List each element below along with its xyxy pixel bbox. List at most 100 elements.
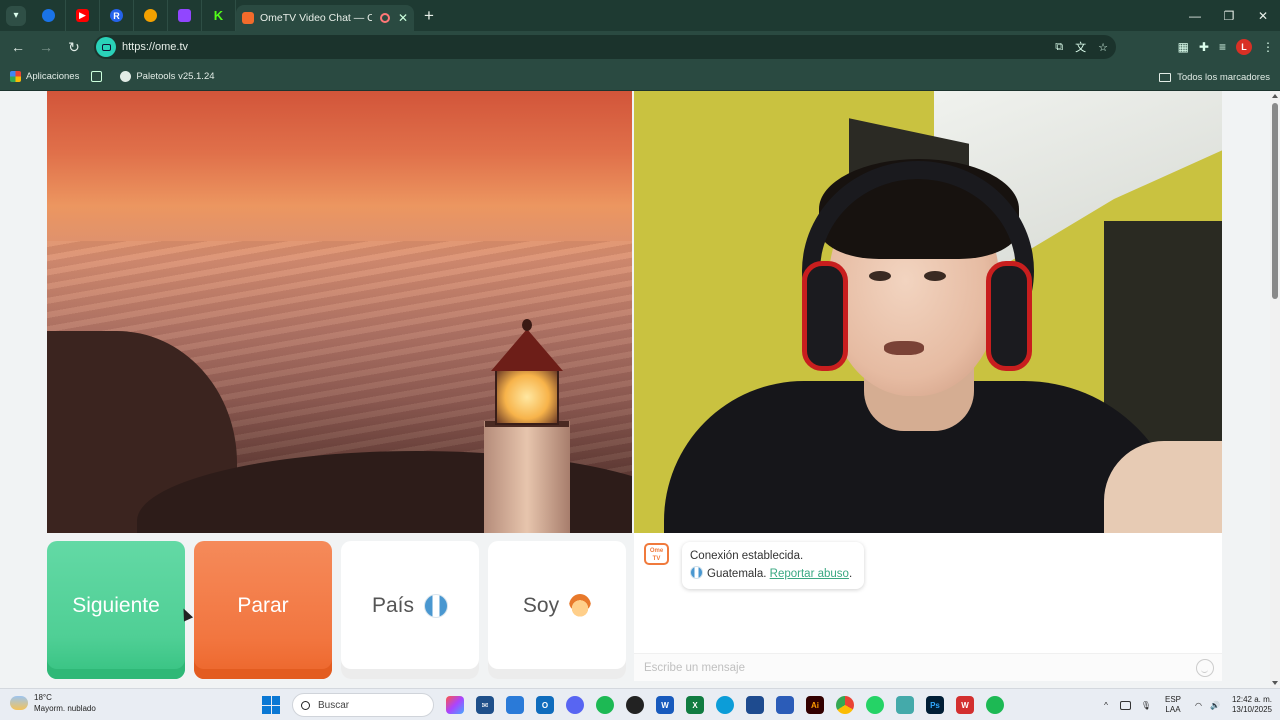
store-icon[interactable]: [506, 696, 524, 714]
edge-icon[interactable]: [716, 696, 734, 714]
wifi-icon[interactable]: ◠: [1195, 701, 1202, 710]
close-tab-icon[interactable]: ✕: [398, 11, 408, 25]
weather-desc: Mayorm. nublado: [34, 704, 96, 713]
install-app-icon[interactable]: ⧉: [1055, 41, 1063, 54]
toolbar-right: ▦ ✚ ≡ L ⋮: [1178, 31, 1274, 63]
bookmark-all[interactable]: Todos los marcadores: [1159, 63, 1270, 91]
back-icon[interactable]: ←: [4, 33, 32, 61]
reload-icon[interactable]: ↻: [60, 33, 88, 61]
kick-icon: K: [213, 8, 224, 23]
stop-button[interactable]: Parar: [194, 541, 332, 679]
new-tab-button[interactable]: +: [424, 6, 434, 26]
emoji-icon[interactable]: [1196, 659, 1214, 677]
search-icon: [301, 700, 310, 710]
pinned-tab-r[interactable]: R: [100, 0, 134, 31]
pinned-tab-1[interactable]: [32, 0, 66, 31]
onedrive-icon[interactable]: [1119, 700, 1131, 710]
start-windows-icon[interactable]: [262, 696, 280, 714]
guatemala-flag-small-icon: [690, 566, 703, 579]
taskbar-search-label: Buscar: [318, 699, 350, 711]
extension-icon[interactable]: ▦: [1178, 40, 1189, 54]
scroll-down-icon[interactable]: [1272, 681, 1278, 685]
twitch-icon: [178, 9, 191, 22]
scroll-thumb[interactable]: [1272, 103, 1278, 299]
mail-icon[interactable]: ✉: [476, 696, 494, 714]
pinned-tab-4[interactable]: [134, 0, 168, 31]
pinned-tab-icon: [42, 9, 55, 22]
youtube-icon: ▶: [76, 9, 89, 22]
folder-icon: [1159, 72, 1172, 82]
tab-ometv[interactable]: OmeTV Video Chat — Omegle ✕: [236, 5, 414, 31]
forward-icon[interactable]: →: [32, 33, 60, 61]
menu-kebab-icon[interactable]: ⋮: [1262, 40, 1274, 54]
recording-icon: [379, 13, 390, 23]
tab-search-icon[interactable]: ▾: [6, 5, 26, 26]
copilot-icon[interactable]: [446, 696, 464, 714]
whatsapp-icon[interactable]: [866, 696, 884, 714]
translate-icon[interactable]: 文: [1075, 39, 1086, 55]
tab-groups-icon[interactable]: [91, 71, 103, 82]
tab-title: OmeTV Video Chat — Omegle: [260, 12, 372, 24]
media-control-icon[interactable]: ≡: [1219, 40, 1226, 54]
report-suffix: .: [848, 568, 853, 580]
country-line: Guatemala. Reportar abuso.: [690, 565, 856, 583]
tray-chevron-icon[interactable]: ^: [1104, 701, 1108, 710]
weather-widget[interactable]: 18°C Mayorm. nublado: [10, 692, 96, 714]
country-button-label: País: [371, 594, 415, 617]
browser-tab-bar: ▾ ▶ R K OmeTV Video Chat — Omegle ✕ + — …: [0, 0, 1280, 31]
illustrator-icon[interactable]: Ai: [806, 696, 824, 714]
taskbar-search[interactable]: Buscar: [292, 693, 434, 717]
pinned-tab-kick[interactable]: K: [202, 0, 236, 31]
app-icon[interactable]: [776, 696, 794, 714]
pinned-tab-twitch[interactable]: [168, 0, 202, 31]
scroll-up-icon[interactable]: [1272, 94, 1278, 98]
lang-layout: LAA: [1165, 705, 1181, 714]
bookmark-paletools[interactable]: Paletools v25.1.24: [120, 71, 215, 82]
country-button[interactable]: País: [341, 541, 479, 679]
chat-input-bar: [634, 653, 1222, 682]
next-button[interactable]: Siguiente: [47, 541, 185, 679]
close-window-icon[interactable]: ✕: [1246, 0, 1280, 31]
capcut-icon[interactable]: [746, 696, 764, 714]
excel-icon[interactable]: X: [686, 696, 704, 714]
spotify-icon[interactable]: [596, 696, 614, 714]
discord-icon[interactable]: [566, 696, 584, 714]
url-text: https://ome.tv: [122, 41, 189, 53]
extensions-puzzle-icon[interactable]: ✚: [1199, 40, 1209, 54]
pinned-tab-youtube[interactable]: ▶: [66, 0, 100, 31]
message-input[interactable]: [634, 654, 1174, 682]
windows-taskbar: 18°C Mayorm. nublado Buscar ✉ O W X Ai P…: [0, 688, 1280, 720]
stop-button-label: Parar: [237, 594, 289, 617]
profile-avatar[interactable]: L: [1236, 39, 1252, 55]
guatemala-flag-icon: [424, 594, 449, 618]
volume-icon[interactable]: 🔊: [1210, 701, 1220, 710]
mic-icon[interactable]: 🎙: [1141, 701, 1151, 710]
photoshop-icon[interactable]: Ps: [926, 696, 944, 714]
word-icon[interactable]: W: [656, 696, 674, 714]
chrome-icon[interactable]: [836, 696, 854, 714]
report-abuse-link[interactable]: Reportar abuso: [770, 568, 849, 580]
partner-video: [47, 91, 632, 533]
bookmark-apps[interactable]: Aplicaciones: [10, 71, 79, 82]
bookmarks-bar: Aplicaciones Paletools v25.1.24 Todos lo…: [0, 63, 1280, 91]
partly-cloudy-icon: [10, 696, 28, 710]
obs-icon[interactable]: [626, 696, 644, 714]
bookmark-paletools-label: Paletools v25.1.24: [136, 71, 215, 82]
address-bar[interactable]: https://ome.tv ⧉ 文 ☆: [94, 35, 1116, 59]
snipping-tool-icon[interactable]: [896, 696, 914, 714]
spotify-icon-2[interactable]: [986, 696, 1004, 714]
restore-icon[interactable]: ❐: [1212, 0, 1246, 31]
site-info-icon[interactable]: [96, 37, 116, 57]
boy-emoji-icon: [569, 594, 592, 618]
outlook-icon[interactable]: O: [536, 696, 554, 714]
clock[interactable]: 12:42 a. m. 13/10/2025: [1232, 695, 1272, 715]
ometv-page: Siguiente Parar País Soy Ome TV Conexión…: [0, 91, 1270, 688]
language-indicator[interactable]: ESP LAA: [1165, 695, 1181, 715]
page-scrollbar[interactable]: [1270, 91, 1280, 688]
gender-button[interactable]: Soy: [488, 541, 626, 679]
minimize-icon[interactable]: —: [1178, 0, 1212, 31]
gender-button-label: Soy: [522, 594, 560, 617]
bookmark-apps-label: Aplicaciones: [26, 71, 80, 82]
bookmark-star-icon[interactable]: ☆: [1098, 41, 1108, 54]
wps-icon[interactable]: W: [956, 696, 974, 714]
